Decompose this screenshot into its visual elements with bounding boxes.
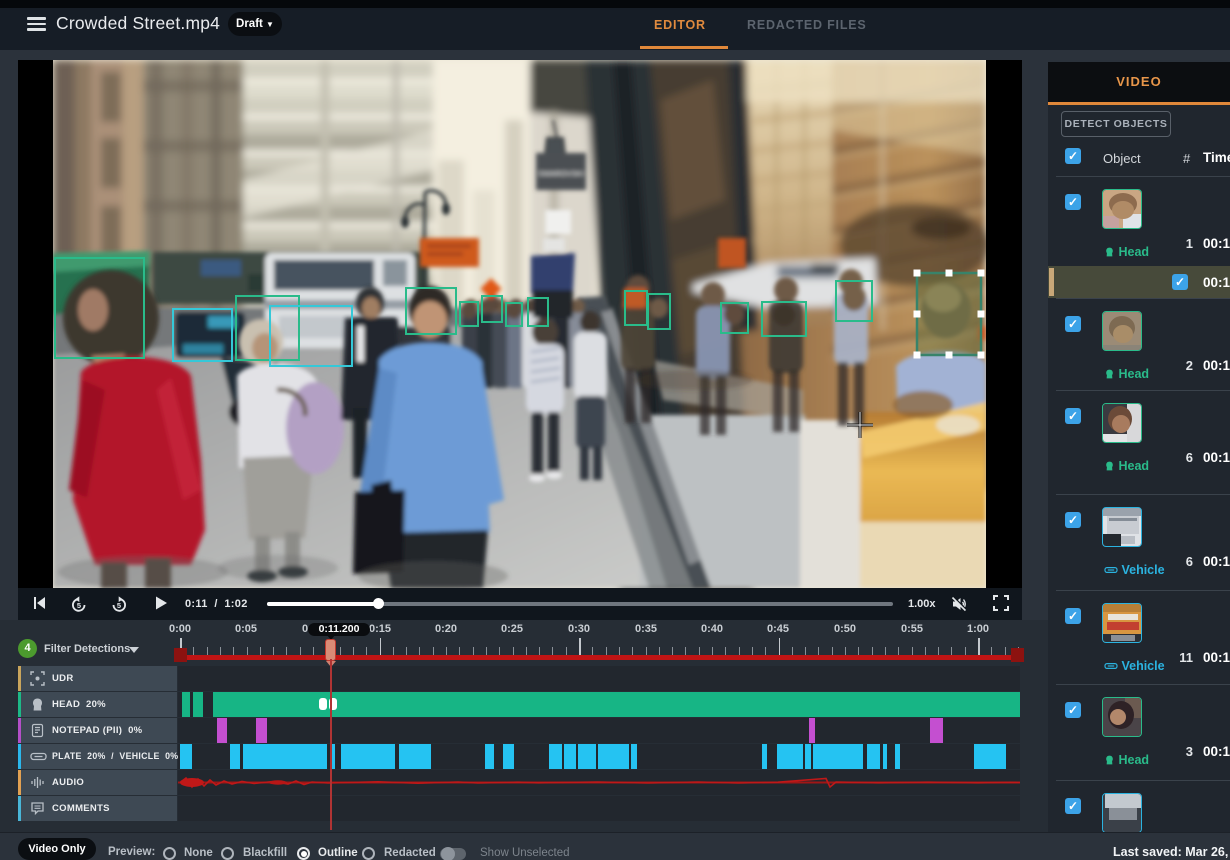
svg-text:SWAROVSKI: SWAROVSKI: [538, 169, 583, 178]
svg-text:5: 5: [77, 601, 81, 610]
svg-text:5: 5: [117, 601, 121, 610]
